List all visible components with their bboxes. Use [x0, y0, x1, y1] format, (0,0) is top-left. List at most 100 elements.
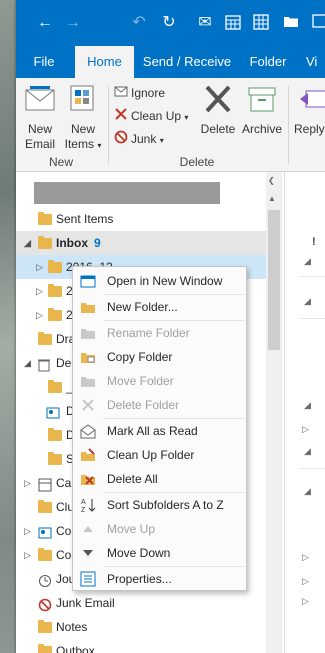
new-items-button[interactable]: New Items ▾	[62, 84, 104, 153]
clean-up-label: Clean Up	[131, 109, 182, 123]
folder-icon	[38, 548, 52, 561]
new-items-dropdown-icon: ▾	[97, 141, 102, 150]
menu-new-folder[interactable]: New Folder...	[73, 295, 246, 319]
group-collapse-icon[interactable]: ◢	[304, 296, 311, 307]
menu-label: Move Up	[107, 522, 156, 536]
menu-label: Copy Folder	[107, 350, 173, 364]
group-separator	[108, 86, 109, 164]
group-collapse-icon[interactable]: ◢	[304, 486, 311, 497]
tab-folder[interactable]: Folder	[244, 46, 292, 78]
group-expand-icon[interactable]: ▷	[302, 576, 309, 587]
properties-icon	[80, 571, 96, 587]
delete-button[interactable]: Delete	[198, 84, 238, 137]
folder-label: Inbox	[56, 236, 88, 250]
copy-folder-icon	[80, 349, 96, 365]
forward-arrow-icon[interactable]: →	[64, 14, 82, 32]
expand-arrow-icon[interactable]: ▷	[36, 255, 43, 279]
envelope-icon[interactable]: ✉	[196, 14, 214, 32]
inbox-icon	[38, 236, 52, 249]
folder-sent-items[interactable]: Sent Items	[16, 207, 266, 231]
reply-icon	[298, 84, 325, 118]
archive-button[interactable]: Archive	[240, 84, 284, 137]
menu-sort-subfolders[interactable]: AZ Sort Subfolders A to Z	[73, 493, 246, 517]
delete-label: Delete	[200, 122, 236, 136]
reply-label: Reply	[294, 122, 325, 136]
group-collapse-icon[interactable]: ◢	[304, 446, 311, 457]
group-expand-icon[interactable]: ▷	[302, 424, 309, 435]
delete-folder-icon	[80, 397, 96, 413]
folder-label: Junk Email	[56, 596, 115, 610]
send-receive-icon[interactable]: ↻	[160, 14, 178, 32]
tab-view[interactable]: Vi	[306, 46, 325, 78]
new-email-icon	[20, 84, 60, 118]
collapse-pane-icon[interactable]: ❮	[268, 176, 275, 185]
folder-outbox[interactable]: Outbox	[16, 639, 266, 653]
menu-label: Delete All	[107, 472, 158, 486]
collapse-arrow-icon[interactable]: ◢	[24, 231, 31, 255]
new-items-label: New Items	[64, 122, 95, 151]
expand-arrow-icon[interactable]: ▷	[36, 303, 43, 327]
folder-notes[interactable]: Notes	[16, 615, 266, 639]
expand-arrow-icon[interactable]: ▷	[24, 471, 31, 495]
folder-icon	[48, 260, 62, 273]
expand-arrow-icon[interactable]: ▷	[36, 279, 43, 303]
scroll-up-icon[interactable]: ▲	[268, 194, 276, 203]
menu-label: Sort Subfolders A to Z	[107, 498, 224, 512]
folder-icon[interactable]	[282, 14, 300, 32]
group-delete-label: Delete	[179, 155, 215, 169]
ribbon-tabs: File Home Send / Receive Folder Vi	[16, 46, 325, 78]
scrollbar-thumb[interactable]	[268, 210, 280, 350]
expand-arrow-icon[interactable]: ▷	[24, 519, 31, 543]
menu-label: New Folder...	[107, 300, 178, 314]
clean-up-button[interactable]: Clean Up ▾	[114, 106, 188, 126]
unread-count: 9	[94, 236, 101, 250]
grid-icon[interactable]	[252, 14, 270, 32]
folder-icon	[38, 644, 52, 653]
expand-arrow-icon[interactable]: ▷	[24, 543, 31, 567]
folder-icon	[48, 428, 62, 441]
ignore-button[interactable]: Ignore	[114, 83, 165, 103]
new-email-label: New Email	[24, 122, 55, 151]
calendar-icon[interactable]	[224, 14, 242, 32]
ignore-icon	[114, 84, 128, 104]
undo-icon[interactable]: ↶	[130, 14, 148, 32]
folder-icon	[48, 308, 62, 321]
collapse-arrow-icon[interactable]: ◢	[24, 351, 31, 375]
square-icon[interactable]	[310, 14, 325, 32]
drafts-icon	[38, 332, 52, 345]
folder-junk-email[interactable]: Junk Email	[16, 591, 266, 615]
junk-button[interactable]: Junk ▾	[114, 129, 164, 149]
list-divider	[300, 468, 325, 469]
folder-label: Sent Items	[56, 212, 114, 226]
menu-label: Mark All as Read	[107, 424, 198, 438]
group-collapse-icon[interactable]: ◢	[304, 256, 311, 267]
tab-send-receive[interactable]: Send / Receive	[138, 46, 236, 78]
new-email-button[interactable]: New Email	[20, 84, 60, 152]
menu-label: Properties...	[107, 572, 172, 586]
menu-copy-folder[interactable]: Copy Folder	[73, 345, 246, 369]
folder-icon	[48, 380, 62, 393]
menu-move-folder: Move Folder	[73, 369, 246, 393]
group-separator	[288, 86, 289, 164]
new-items-icon	[62, 84, 104, 118]
menu-mark-all-as-read[interactable]: Mark All as Read	[73, 419, 246, 443]
group-expand-icon[interactable]: ▷	[302, 596, 309, 607]
group-expand-icon[interactable]: ▷	[302, 552, 309, 563]
menu-clean-up-folder[interactable]: Clean Up Folder	[73, 443, 246, 467]
menu-open-in-new-window[interactable]: Open in New Window	[73, 269, 246, 293]
folder-inbox[interactable]: ◢ Inbox 9	[16, 231, 266, 255]
back-arrow-icon[interactable]: ←	[36, 14, 54, 32]
menu-move-down[interactable]: Move Down	[73, 541, 246, 565]
tab-file[interactable]: File	[28, 46, 60, 78]
menu-properties[interactable]: Properties...	[73, 567, 246, 591]
folder-icon	[38, 212, 52, 225]
reply-button[interactable]: Reply	[294, 84, 325, 137]
menu-move-up: Move Up	[73, 517, 246, 541]
ignore-label: Ignore	[131, 86, 166, 100]
importance-icon: !	[312, 236, 316, 248]
tab-home[interactable]: Home	[75, 46, 134, 78]
list-divider	[300, 318, 325, 319]
menu-delete-all[interactable]: Delete All	[73, 467, 246, 491]
move-down-icon	[80, 545, 96, 561]
group-collapse-icon[interactable]: ◢	[304, 400, 311, 411]
